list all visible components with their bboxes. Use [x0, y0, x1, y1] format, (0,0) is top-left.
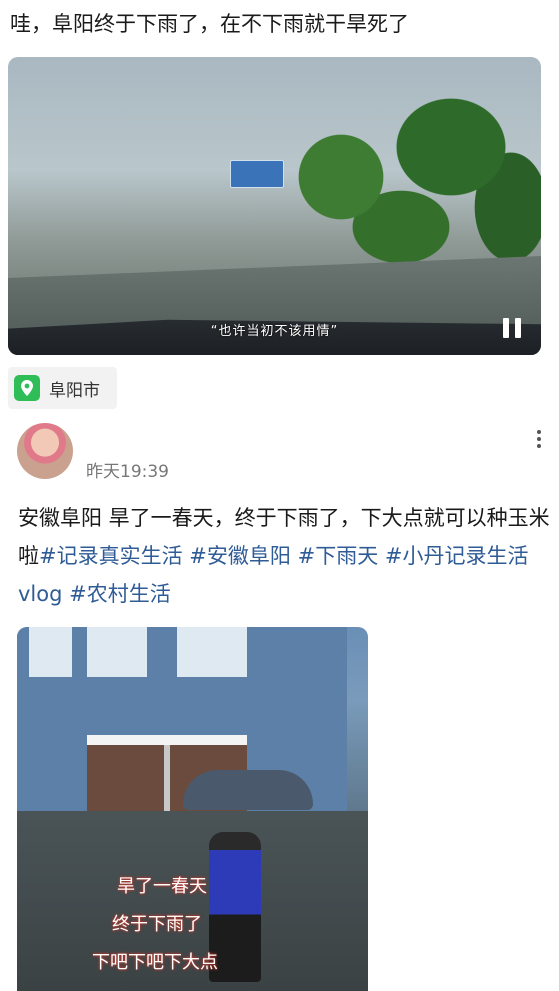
more-options-icon[interactable]	[536, 430, 542, 448]
location-label: 阜阳市	[49, 380, 100, 401]
video-scene-umbrella	[183, 770, 313, 810]
location-pin-icon	[14, 375, 40, 401]
hashtag-link[interactable]: #记录真实生活	[39, 544, 183, 568]
video-scene-road-sign	[230, 160, 284, 188]
post-text: 哇，阜阳终于下雨了，在不下雨就干旱死了	[10, 12, 409, 36]
hashtag-link[interactable]: #安徽阜阳	[189, 544, 291, 568]
hashtag-link[interactable]: #农村生活	[69, 582, 171, 606]
location-chip[interactable]: 阜阳市	[8, 367, 117, 409]
pause-icon[interactable]	[503, 318, 521, 338]
video-player[interactable]: “也许当初不该用情”	[8, 57, 541, 355]
video-subtitle: 下吧下吧下大点	[92, 952, 218, 973]
video-caption: “也许当初不该用情”	[210, 324, 339, 339]
post-text: 安徽阜阳 旱了一春天，终于下雨了，下大点就可以种玉米啦#记录真实生活 #安徽阜阳…	[18, 499, 553, 613]
video-subtitle: 终于下雨了	[112, 914, 202, 935]
video-player[interactable]: 旱了一春天 终于下雨了 下吧下吧下大点	[17, 627, 368, 991]
post-timestamp: 昨天19:39	[86, 462, 169, 482]
hashtag-link[interactable]: #下雨天	[298, 544, 379, 568]
avatar[interactable]	[17, 423, 73, 479]
video-subtitle: 旱了一春天	[117, 876, 207, 897]
